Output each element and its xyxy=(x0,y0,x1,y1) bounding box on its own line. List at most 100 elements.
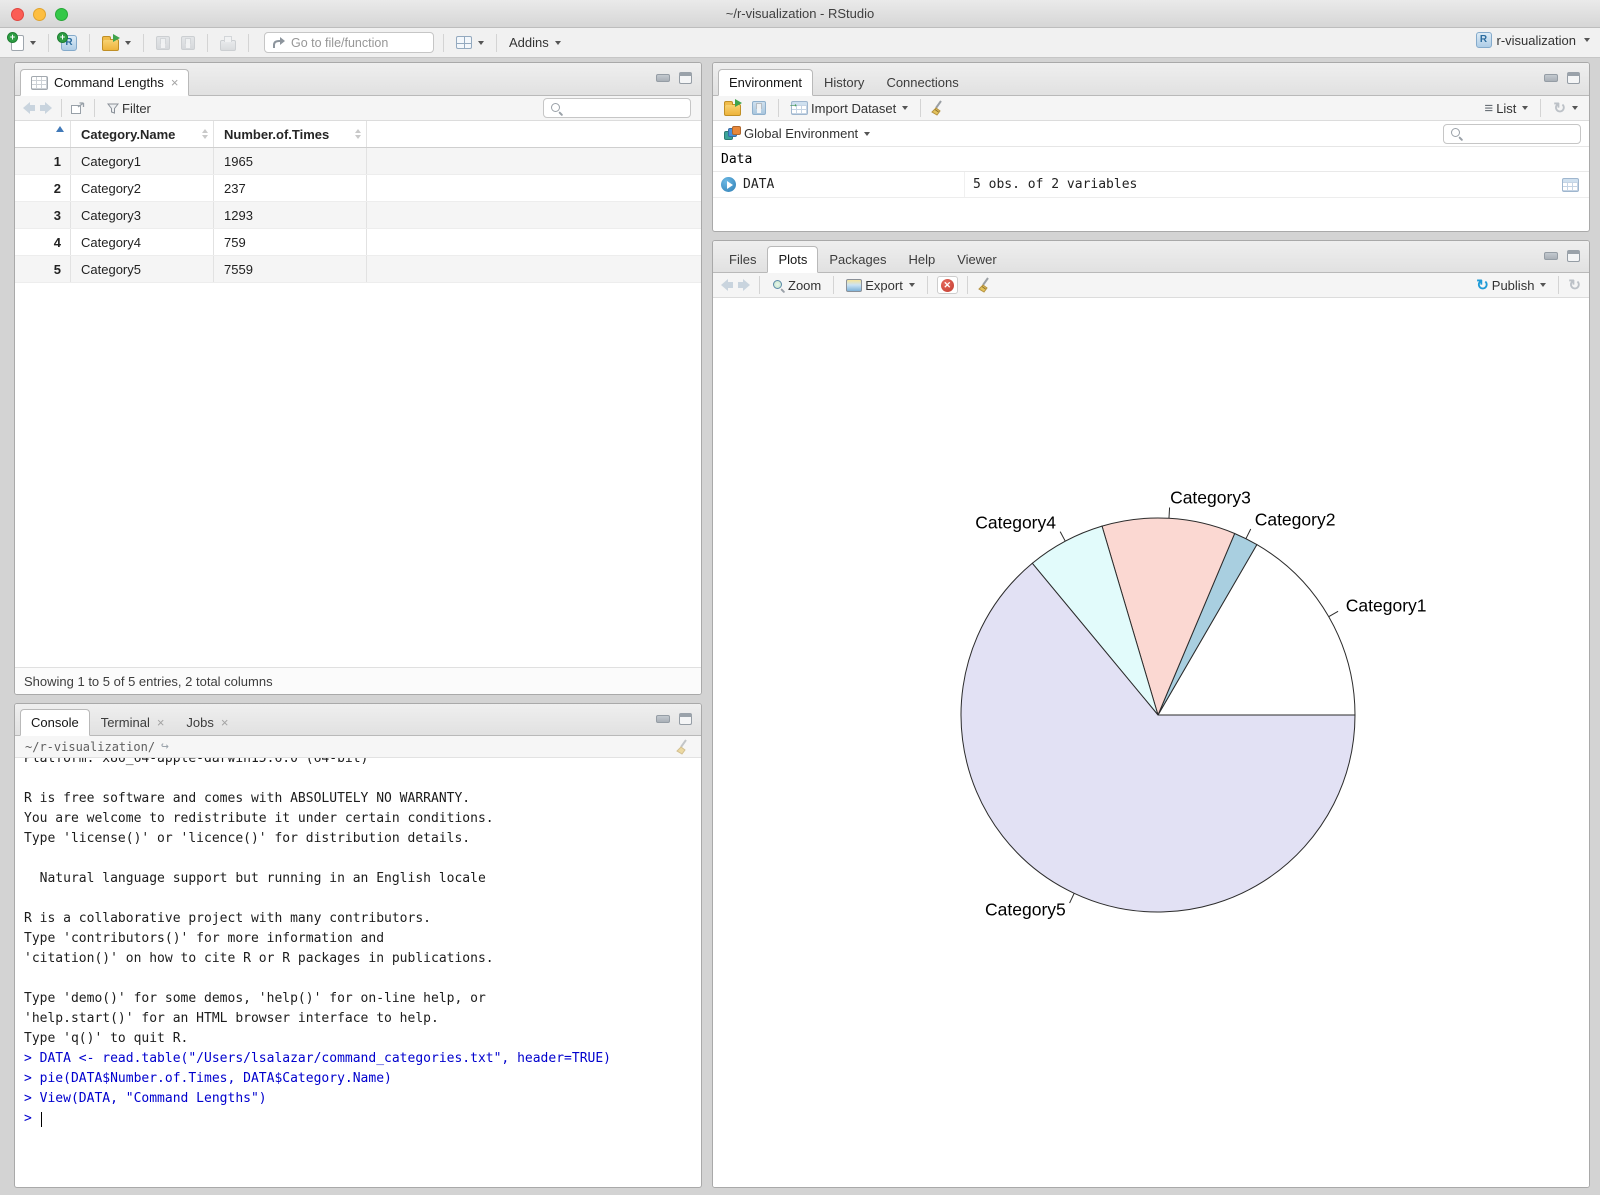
previous-plot-button[interactable] xyxy=(721,279,733,291)
chevron-down-icon xyxy=(554,40,561,45)
row-number-header[interactable] xyxy=(15,121,71,147)
zoom-plot-button[interactable]: Zoom xyxy=(769,276,824,295)
environment-data-section: Data xyxy=(713,147,1589,172)
column-header-number-of-times[interactable]: Number.of.Times xyxy=(214,121,367,147)
goto-file-input[interactable] xyxy=(291,35,426,50)
maximize-pane-button[interactable] xyxy=(679,72,692,84)
new-project-button[interactable]: R + xyxy=(57,31,80,53)
viewer-table-body: 1 Category1 1965 2 Category2 237 3 Category3 129… xyxy=(15,148,701,283)
environment-view-mode-button[interactable]: ≡ List xyxy=(1481,99,1531,118)
separator xyxy=(833,276,835,294)
pie-label-Category1: Category1 xyxy=(1346,595,1427,615)
separator xyxy=(1558,276,1560,294)
forward-button[interactable] xyxy=(40,102,52,114)
console-tabstrip: Console Terminal × Jobs × xyxy=(15,704,701,736)
viewer-search-input[interactable] xyxy=(567,101,671,115)
maximize-pane-button[interactable] xyxy=(1567,250,1580,262)
tab-label: Files xyxy=(729,252,757,267)
zoom-window-button[interactable] xyxy=(55,8,68,21)
console-command: > pie(DATA$Number.of.Times, DATA$Categor… xyxy=(24,1071,392,1086)
filter-button[interactable]: Filter xyxy=(104,99,154,118)
import-dataset-button[interactable]: → Import Dataset xyxy=(788,98,911,118)
chevron-down-icon xyxy=(1522,106,1529,110)
environment-pane: Environment History Connections → Import… xyxy=(712,62,1590,232)
minimize-pane-button[interactable] xyxy=(656,74,670,82)
table-row[interactable]: 2 Category2 237 xyxy=(15,175,701,202)
table-row[interactable]: 5 Category5 7559 xyxy=(15,256,701,283)
open-file-button[interactable] xyxy=(99,33,134,53)
console-body[interactable]: Platform: x86_64-apple-darwin15.6.0 (64-… xyxy=(15,758,701,1187)
console-command-history: > DATA <- read.table("/Users/lsalazar/co… xyxy=(24,1049,701,1109)
tab-environment[interactable]: Environment xyxy=(718,69,813,96)
tab-packages[interactable]: Packages xyxy=(818,246,897,273)
project-menu[interactable]: R r-visualization xyxy=(1475,32,1590,48)
save-all-button[interactable] xyxy=(178,34,198,52)
maximize-pane-button[interactable] xyxy=(679,713,692,725)
console-prompt-line[interactable]: > xyxy=(24,1109,701,1129)
pie-label-tick xyxy=(1069,893,1075,904)
tab-history[interactable]: History xyxy=(813,69,875,96)
tab-connections[interactable]: Connections xyxy=(875,69,969,96)
tab-help[interactable]: Help xyxy=(897,246,946,273)
publish-button[interactable]: ↻ Publish xyxy=(1473,276,1549,295)
environment-search-input[interactable] xyxy=(1467,126,1571,141)
tab-viewer[interactable]: Viewer xyxy=(946,246,1008,273)
next-plot-button[interactable] xyxy=(738,279,750,291)
close-window-button[interactable] xyxy=(11,8,24,21)
tab-files[interactable]: Files xyxy=(718,246,767,273)
back-button[interactable] xyxy=(23,102,35,114)
tab-label: Viewer xyxy=(957,252,997,267)
maximize-pane-button[interactable] xyxy=(1567,72,1580,84)
tab-jobs[interactable]: Jobs × xyxy=(175,709,239,736)
minimize-pane-button[interactable] xyxy=(1544,252,1558,260)
object-name: DATA xyxy=(743,177,775,192)
table-cell: Category5 xyxy=(71,256,214,282)
list-label: List xyxy=(1496,100,1517,116)
separator xyxy=(48,33,49,52)
view-data-grid-icon[interactable] xyxy=(1562,177,1579,192)
pie-label-Category3: Category3 xyxy=(1170,487,1251,507)
plot-area: Category1 Category2 Category3 Category4 Cate… xyxy=(713,298,1589,1187)
separator xyxy=(61,99,62,117)
environment-scope-selector[interactable]: Global Environment xyxy=(721,124,873,143)
open-directory-icon[interactable]: ↪ xyxy=(161,739,169,754)
close-icon[interactable]: × xyxy=(221,716,229,729)
print-button[interactable] xyxy=(217,33,239,53)
table-row[interactable]: 4 Category4 759 xyxy=(15,229,701,256)
export-plot-button[interactable]: Export xyxy=(843,276,918,295)
table-row[interactable]: 1 Category1 1965 xyxy=(15,148,701,175)
minimize-pane-button[interactable] xyxy=(656,715,670,723)
popout-window-icon[interactable] xyxy=(71,102,85,114)
tab-plots[interactable]: Plots xyxy=(767,246,819,273)
environment-object-row[interactable]: DATA 5 obs. of 2 variables xyxy=(713,172,1589,198)
clear-objects-broom-icon[interactable] xyxy=(930,100,946,116)
minimize-window-button[interactable] xyxy=(33,8,46,21)
clear-all-plots-broom-icon[interactable] xyxy=(977,277,993,293)
tab-terminal[interactable]: Terminal × xyxy=(90,709,176,736)
refresh-plot-icon[interactable]: ↻ xyxy=(1568,278,1581,293)
remove-plot-button[interactable]: ✕ xyxy=(936,276,958,294)
tab-command-lengths[interactable]: Command Lengths × xyxy=(20,69,190,96)
new-file-button[interactable]: + xyxy=(7,31,39,53)
expand-object-icon[interactable] xyxy=(721,177,736,192)
addins-label: Addins xyxy=(509,35,549,50)
clear-console-broom-icon[interactable] xyxy=(675,739,691,755)
tab-console[interactable]: Console xyxy=(20,709,90,736)
refresh-environment-button[interactable]: ↻ xyxy=(1550,99,1581,118)
close-icon[interactable]: × xyxy=(171,76,179,89)
save-button[interactable] xyxy=(153,34,173,52)
pane-layout-icon xyxy=(456,36,472,49)
import-dataset-icon: → xyxy=(788,98,808,115)
column-header-category-name[interactable]: Category.Name xyxy=(71,121,214,147)
close-icon[interactable]: × xyxy=(157,716,165,729)
addins-menu[interactable]: Addins xyxy=(506,33,564,52)
table-row[interactable]: 3 Category3 1293 xyxy=(15,202,701,229)
export-label: Export xyxy=(865,277,903,293)
plots-toolbar: Zoom Export ✕ ↻ Publish ↻ xyxy=(713,273,1589,298)
load-workspace-button[interactable] xyxy=(721,98,744,118)
save-workspace-button[interactable] xyxy=(749,99,769,117)
pane-layout-button[interactable] xyxy=(453,34,487,51)
minimize-pane-button[interactable] xyxy=(1544,74,1558,82)
table-cell: Category2 xyxy=(71,175,214,201)
viewer-status-text: Showing 1 to 5 of 5 entries, 2 total col… xyxy=(24,673,273,689)
